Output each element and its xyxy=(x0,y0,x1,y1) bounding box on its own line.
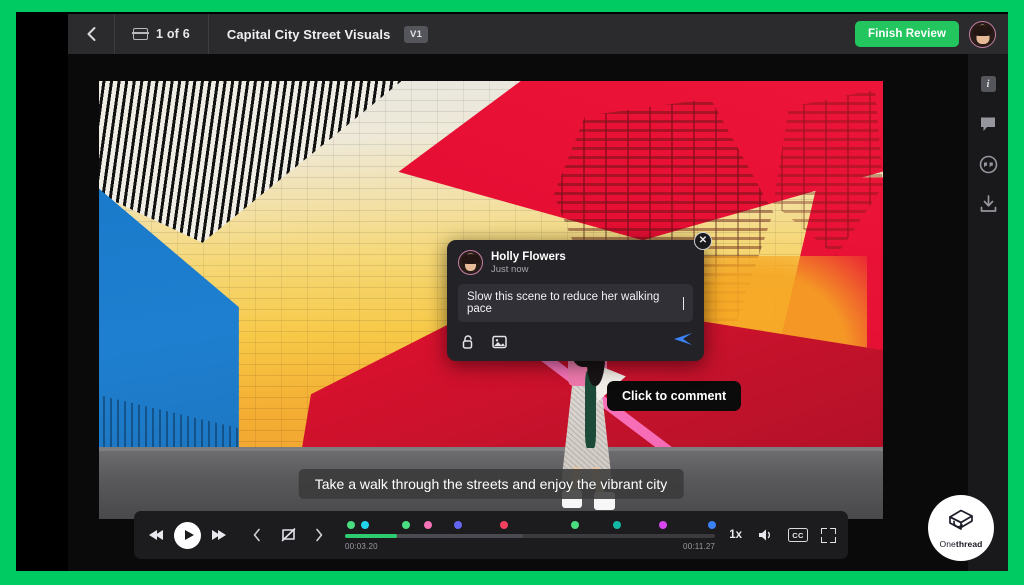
sidebar-item-download[interactable] xyxy=(976,192,1000,216)
app-header: 1 of 6 Capital City Street Visuals V1 Fi… xyxy=(68,14,1008,54)
text-caret xyxy=(683,296,684,310)
right-toolbar: i xyxy=(968,54,1008,571)
previous-marker-button[interactable] xyxy=(247,525,267,545)
avatar[interactable] xyxy=(969,20,996,48)
comment-bubble-icon xyxy=(981,117,995,131)
player-options: 1x CC xyxy=(725,525,836,545)
timeline-marker[interactable] xyxy=(346,521,355,529)
comment-author-name: Holly Flowers xyxy=(491,250,566,263)
comment-input-value: Slow this scene to reduce her walking pa… xyxy=(467,291,660,315)
comment-author-avatar xyxy=(458,250,483,275)
timeline-scrubber[interactable]: 00:03.20 00:11.27 xyxy=(345,517,716,553)
current-time: 00:03.20 xyxy=(345,542,378,551)
comment-author-row: Holly Flowers Just now xyxy=(458,250,693,275)
onethread-logo: Onethread xyxy=(928,495,994,561)
send-icon[interactable] xyxy=(673,331,693,352)
timeline-marker[interactable] xyxy=(659,521,668,529)
finish-review-button[interactable]: Finish Review xyxy=(855,21,959,47)
unlock-icon[interactable] xyxy=(458,332,478,352)
timeline-marker[interactable] xyxy=(361,521,370,529)
window-frame: 1 of 6 Capital City Street Visuals V1 Fi… xyxy=(16,12,1008,571)
emoji-reaction-icon xyxy=(979,155,997,173)
timeline-marker[interactable] xyxy=(570,521,579,529)
clip-slate-icon xyxy=(132,28,149,40)
clip-counter[interactable]: 1 of 6 xyxy=(115,14,208,54)
timeline-marker[interactable] xyxy=(424,521,433,529)
onethread-wordmark: Onethread xyxy=(939,539,983,549)
timeline-marker[interactable] xyxy=(402,521,411,529)
flag-off-icon[interactable] xyxy=(278,525,298,545)
chevron-left-icon xyxy=(87,27,95,41)
skip-next-icon[interactable] xyxy=(209,525,229,545)
onethread-mark-icon xyxy=(949,509,973,530)
comment-input[interactable]: Slow this scene to reduce her walking pa… xyxy=(458,284,693,322)
sidebar-item-comments[interactable] xyxy=(976,112,1000,136)
play-button[interactable] xyxy=(174,521,201,549)
sidebar-item-info[interactable]: i xyxy=(976,72,1000,96)
sidebar-item-reactions[interactable] xyxy=(976,152,1000,176)
skip-previous-icon[interactable] xyxy=(146,525,166,545)
page-title-text: Capital City Street Visuals xyxy=(226,26,391,42)
volume-icon[interactable] xyxy=(755,525,775,545)
click-to-comment-tooltip: Click to comment xyxy=(607,381,742,412)
playback-speed-button[interactable]: 1x xyxy=(729,529,742,541)
next-marker-button[interactable] xyxy=(309,525,329,545)
info-icon: i xyxy=(980,76,996,92)
comment-composer-popup: ✕ Holly Flowers Just now Slow this scene… xyxy=(447,232,712,361)
total-time: 00:11.27 xyxy=(683,542,716,551)
version-chip[interactable]: V1 xyxy=(404,25,429,43)
download-icon xyxy=(980,195,996,212)
header-actions: Finish Review xyxy=(855,20,1008,48)
review-app: 1 of 6 Capital City Street Visuals V1 Fi… xyxy=(68,14,1008,571)
marker-navigation xyxy=(247,525,329,545)
timeline-marker[interactable] xyxy=(453,521,462,529)
timeline-marker[interactable] xyxy=(500,521,509,529)
timeline-progress xyxy=(345,534,397,538)
fullscreen-icon[interactable] xyxy=(821,527,836,543)
comment-toolbar xyxy=(458,331,693,352)
video-caption: Take a walk through the streets and enjo… xyxy=(298,469,684,499)
timeline-marker[interactable] xyxy=(707,521,716,529)
green-frame: 1 of 6 Capital City Street Visuals V1 Fi… xyxy=(0,0,1024,585)
transport-controls xyxy=(146,521,229,549)
close-icon[interactable]: ✕ xyxy=(694,232,712,250)
back-button[interactable] xyxy=(68,14,114,54)
closed-caption-icon[interactable]: CC xyxy=(788,528,808,542)
image-attach-icon[interactable] xyxy=(489,332,509,352)
timeline-marker[interactable] xyxy=(613,521,622,529)
video-stage: Click to comment Take a walk through the… xyxy=(68,54,968,571)
clip-counter-label: 1 of 6 xyxy=(156,27,190,41)
comment-timestamp: Just now xyxy=(491,263,529,275)
play-icon xyxy=(184,530,194,540)
page-title: Capital City Street Visuals V1 xyxy=(209,25,429,43)
player-controls: 00:03.20 00:11.27 1x CC xyxy=(134,511,848,559)
